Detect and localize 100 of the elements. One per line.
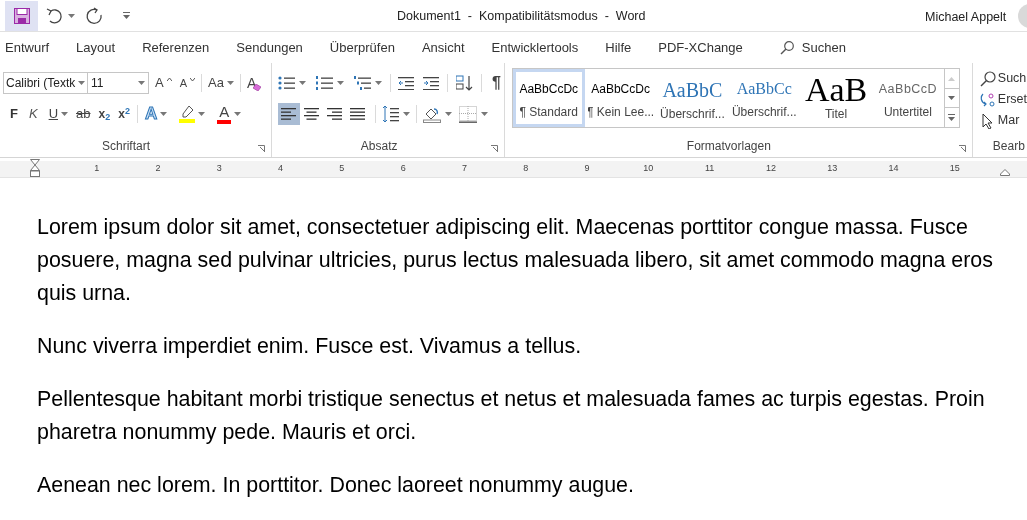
numbered-list-icon[interactable] — [315, 76, 333, 90]
body-paragraph: Lorem ipsum dolor sit amet, consectetuer adipiscing elit. Maecenas porttitor congue massa. Fusce posuere, magna sed pulvinar ultricies, purus lectus malesuada libero, sit amet commodo magna eros quis urna. — [37, 214, 994, 307]
font-name-field[interactable]: Calibri (Textk — [3, 72, 88, 94]
ruler-number: 8 — [523, 162, 529, 176]
editing-command[interactable]: Erset — [979, 89, 1027, 110]
indent-marker-icon[interactable] — [30, 159, 40, 177]
subscript-button[interactable]: x$_{2}$ — [94, 103, 115, 125]
ribbon-tab[interactable]: Überprüfen — [329, 37, 395, 58]
save-icon[interactable] — [13, 7, 30, 24]
caret-icon[interactable] — [444, 112, 452, 116]
shading-icon[interactable] — [422, 105, 441, 123]
grow-font-button[interactable]: A — [151, 72, 176, 94]
ribbon-tab[interactable]: Hilfe — [605, 37, 632, 58]
caret-icon[interactable] — [138, 81, 145, 85]
ruler-number: 10 — [643, 162, 654, 176]
ruler-number: 12 — [765, 162, 776, 176]
caret-icon[interactable] — [234, 112, 242, 116]
ruler-number: 1 — [94, 162, 100, 176]
user-name[interactable]: Michael Appelt — [925, 8, 1007, 27]
group-label: Schriftart — [102, 138, 150, 155]
caret-down-icon — [948, 96, 956, 100]
font-size-field[interactable]: 11 — [88, 72, 149, 94]
save-button[interactable] — [5, 0, 38, 31]
style-item[interactable]: AaBbC Überschrif... — [656, 69, 729, 127]
ribbon-tab[interactable]: Ansicht — [421, 37, 465, 58]
caret-icon[interactable] — [226, 81, 234, 85]
caret-up-icon[interactable] — [166, 77, 172, 81]
ruler-number: 4 — [278, 162, 284, 176]
caret-icon[interactable] — [78, 81, 85, 85]
ribbon-tab[interactable]: Entwurf — [5, 37, 50, 58]
multilevel-list-icon[interactable] — [353, 76, 371, 90]
increase-indent-icon[interactable] — [423, 76, 440, 90]
ruler-number: 14 — [888, 162, 899, 176]
search-icon — [979, 70, 996, 87]
ruler-number: 5 — [339, 162, 345, 176]
more-icon — [948, 114, 956, 121]
replace-icon — [979, 91, 996, 108]
caret-icon[interactable] — [61, 112, 68, 116]
ruler-number: 3 — [216, 162, 222, 176]
ruler-number: 11 — [704, 162, 715, 176]
style-item[interactable]: AaBbCcDc ¶ Standard — [512, 69, 585, 127]
search-field[interactable]: Suchen — [801, 37, 846, 58]
ribbon-tab[interactable]: Referenzen — [142, 37, 210, 58]
caret-icon[interactable] — [298, 81, 306, 85]
style-item[interactable]: AaBbCc Überschrif... — [728, 69, 801, 127]
ruler-number: 6 — [400, 162, 406, 176]
shrink-font-button[interactable]: A — [175, 72, 199, 94]
superscript-button[interactable]: x$^{2}$ — [114, 103, 134, 125]
style-item[interactable]: AaBbCcD Untertitel — [872, 69, 944, 127]
window-title: Dokument1 - Kompatibilitätsmodus - Word — [397, 8, 646, 25]
caret-icon[interactable] — [402, 112, 410, 116]
group-label: Absatz — [360, 138, 398, 155]
ruler-number: 7 — [461, 162, 467, 176]
strikethrough-button[interactable]: ab — [72, 103, 95, 125]
body-paragraph: Pellentesque habitant morbi tristique senectus et netus et malesuada fames ac turpis egestas. Proin pharetra nonummy pede. Mauris et orci. — [37, 386, 986, 446]
dialog-launcher-icon[interactable] — [490, 145, 498, 152]
align-left-button[interactable] — [277, 103, 300, 125]
caret-icon[interactable] — [480, 112, 488, 116]
body-paragraph: Aenean nec lorem. In porttitor. Donec laoreet nonummy augue. — [37, 472, 635, 499]
ribbon-tab[interactable]: Entwicklertools — [491, 37, 579, 58]
caret-icon[interactable] — [198, 112, 206, 116]
editing-command[interactable]: Mar — [979, 110, 1027, 131]
customize-toolbar-icon[interactable] — [123, 12, 130, 19]
body-paragraph: Nunc viverra imperdiet enim. Fusce est. Vivamus a tellus. — [37, 333, 583, 360]
change-case-button[interactable]: Aa — [204, 72, 238, 94]
font-color-button[interactable]: A — [213, 103, 246, 125]
dialog-launcher-icon[interactable] — [257, 145, 265, 152]
ruler-number: 13 — [827, 162, 838, 176]
group-label: Bearb — [992, 138, 1025, 155]
redo-icon[interactable] — [85, 6, 103, 25]
search-icon[interactable] — [779, 40, 794, 55]
caret-icon[interactable] — [374, 81, 382, 85]
caret-down-icon[interactable] — [190, 77, 195, 81]
highlighter-icon[interactable] — [179, 105, 196, 123]
ribbon-tab[interactable]: Layout — [76, 37, 116, 58]
italic-button[interactable]: K — [21, 103, 45, 125]
bullet-list-icon[interactable] — [277, 76, 295, 90]
ribbon-tab[interactable]: PDF-XChange — [658, 37, 743, 58]
bold-button[interactable]: F — [6, 103, 22, 125]
undo-icon[interactable] — [46, 6, 64, 25]
decrease-indent-icon[interactable] — [398, 76, 415, 90]
ruler-number: 2 — [155, 162, 161, 176]
style-item[interactable]: AaB Titel — [800, 69, 873, 127]
line-spacing-icon[interactable] — [381, 106, 399, 122]
caret-up-icon — [948, 76, 956, 81]
ribbon-tab[interactable]: Sendungen — [236, 37, 303, 58]
sort-icon[interactable] — [455, 75, 473, 91]
right-indent-marker-icon[interactable] — [1000, 169, 1010, 176]
caret-icon[interactable] — [160, 112, 168, 116]
underline-button[interactable]: U — [44, 103, 72, 125]
show-marks-button[interactable]: ¶ — [488, 71, 504, 95]
group-label: Formatvorlagen — [686, 138, 771, 155]
ruler-number: 15 — [949, 162, 960, 176]
style-item[interactable]: AaBbCcDc ¶ Kein Lee... — [584, 69, 657, 127]
editing-command[interactable]: Such — [979, 68, 1027, 89]
caret-icon[interactable] — [68, 13, 75, 18]
borders-icon[interactable] — [458, 105, 477, 123]
ruler-number: 9 — [584, 162, 590, 176]
caret-icon[interactable] — [336, 81, 344, 85]
dialog-launcher-icon[interactable] — [958, 145, 966, 152]
